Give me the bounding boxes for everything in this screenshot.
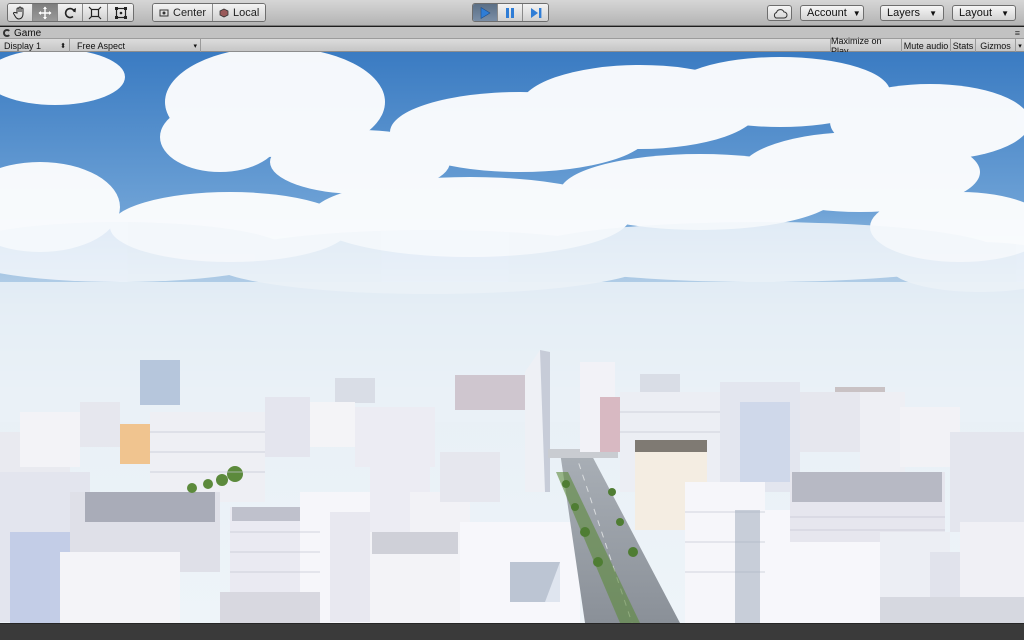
chevron-down-icon: ▼ <box>1001 8 1009 18</box>
move-tool-button[interactable] <box>33 4 58 21</box>
account-label: Account <box>807 7 847 19</box>
chevron-down-icon: ▼ <box>852 8 861 18</box>
account-dropdown[interactable]: Account ▼ <box>800 5 864 21</box>
chevron-down-icon: ▼ <box>929 8 937 18</box>
step-icon <box>530 7 541 18</box>
rotate-tool-button[interactable] <box>58 4 83 21</box>
tab-menu-icon[interactable]: ≡ <box>1015 28 1020 38</box>
game-controller-icon <box>3 29 11 37</box>
chevron-down-icon: ▾ <box>193 42 197 50</box>
play-button[interactable] <box>473 4 498 21</box>
cloud-icon <box>773 8 787 18</box>
pause-button[interactable] <box>498 4 523 21</box>
stats-toggle[interactable]: Stats <box>950 39 975 52</box>
scale-icon <box>88 6 102 19</box>
step-button[interactable] <box>523 4 548 21</box>
hand-icon <box>13 6 24 20</box>
local-space-icon <box>219 8 229 17</box>
display-dropdown[interactable]: Display 1 ⬍ <box>0 39 70 52</box>
city-scene-render <box>0 52 1024 623</box>
rect-tool-button[interactable] <box>108 4 133 21</box>
aspect-dropdown[interactable]: Free Aspect ▾ <box>73 39 201 52</box>
maximize-on-play-toggle[interactable]: Maximize on Play <box>830 36 901 56</box>
gizmos-dropdown[interactable]: ▾ <box>1015 39 1024 52</box>
hand-tool-button[interactable] <box>8 4 33 21</box>
pivot-local-button[interactable]: Local <box>213 4 266 21</box>
scale-tool-button[interactable] <box>83 4 108 21</box>
play-icon <box>480 6 491 19</box>
pivot-center-label: Center <box>173 6 207 19</box>
game-view-toolbar: Display 1 ⬍ Free Aspect ▾ Maximize on Pl… <box>0 36 1024 56</box>
pivot-icon <box>159 9 169 16</box>
updown-arrow-icon: ⬍ <box>60 42 66 50</box>
tab-game-label: Game <box>14 27 42 39</box>
rect-transform-icon <box>114 6 127 19</box>
layout-dropdown[interactable]: Layout ▼ <box>952 5 1016 21</box>
move-arrows-icon <box>38 6 52 19</box>
mute-audio-toggle[interactable]: Mute audio <box>901 39 950 52</box>
transform-tool-group <box>7 3 134 22</box>
game-viewport[interactable] <box>0 52 1024 623</box>
pivot-local-label: Local <box>233 6 260 19</box>
pivot-toggle-group: Center Local <box>152 3 267 22</box>
gizmos-toggle[interactable]: Gizmos <box>975 39 1015 52</box>
layout-label: Layout <box>959 7 993 19</box>
play-controls-group <box>472 3 549 22</box>
aspect-label: Free Aspect <box>77 40 126 51</box>
rotate-icon <box>64 7 76 18</box>
mute-audio-label: Mute audio <box>903 40 949 51</box>
status-bar <box>0 623 1024 640</box>
cloud-services-button[interactable] <box>767 5 792 21</box>
chevron-down-icon: ▾ <box>1018 42 1022 50</box>
display-label: Display 1 <box>4 40 42 51</box>
pivot-center-button[interactable]: Center <box>153 4 214 21</box>
pause-icon <box>506 7 514 18</box>
layers-dropdown[interactable]: Layers ▼ <box>880 5 944 21</box>
gizmos-label: Gizmos <box>980 40 1011 51</box>
layers-label: Layers <box>887 7 921 19</box>
stats-label: Stats <box>952 40 974 51</box>
tab-game[interactable]: Game <box>3 27 41 39</box>
main-toolbar: Center Local Account ▼ Layers ▼ Layout ▼ <box>0 0 1024 26</box>
